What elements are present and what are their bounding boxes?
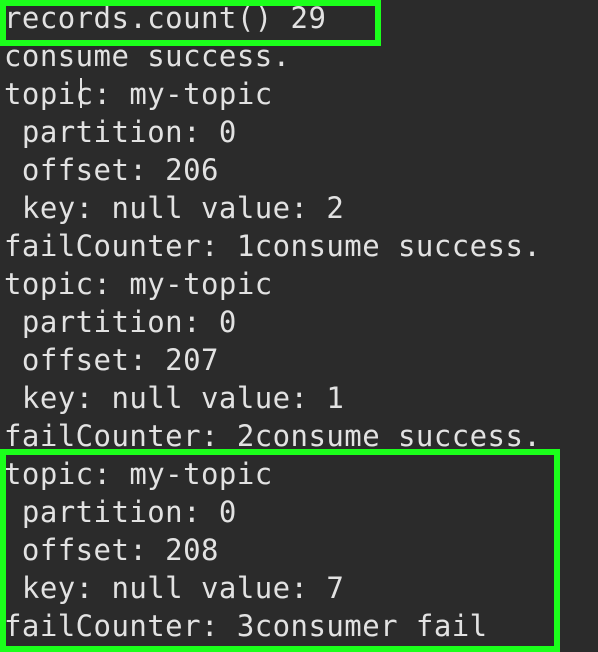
- terminal-line: topic: my-topic: [4, 267, 273, 301]
- terminal-line: key: null value: 7: [4, 571, 345, 605]
- terminal-line: key: null value: 2: [4, 191, 345, 225]
- terminal-line: key: null value: 1: [4, 381, 345, 415]
- terminal-line: records.count() 29: [4, 1, 327, 35]
- terminal-line: offset: 207: [4, 343, 219, 377]
- terminal-line: consume success.: [4, 39, 291, 73]
- terminal-line: topic: my-topic: [4, 77, 273, 111]
- terminal-line: topic: my-topic: [4, 457, 273, 491]
- terminal-line: failCounter: 1consume success.: [4, 229, 542, 263]
- terminal-line: failCounter: 3consumer fail: [4, 609, 488, 643]
- text-cursor: [80, 78, 82, 108]
- terminal-line: partition: 0: [4, 305, 237, 339]
- terminal-line: offset: 208: [4, 533, 219, 567]
- terminal-line: offset: 206: [4, 153, 219, 187]
- terminal-line: failCounter: 2consume success.: [4, 419, 542, 453]
- terminal-window[interactable]: records.count() 29 consume success. topi…: [0, 0, 598, 652]
- terminal-line: partition: 0: [4, 495, 237, 529]
- terminal-line: partition: 0: [4, 115, 237, 149]
